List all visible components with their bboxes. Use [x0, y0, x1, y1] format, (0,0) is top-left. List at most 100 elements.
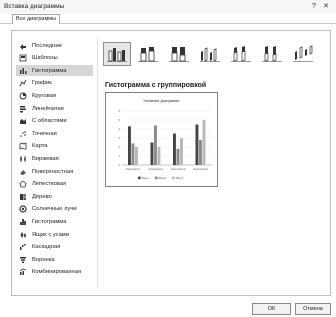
subtype-3d-stacked-column-icon [231, 46, 251, 62]
chart-type-item[interactable]: Карта [16, 141, 93, 152]
chart-type-list: Последние Шаблоны Гистограмма График Кругова… [16, 40, 94, 280]
subtype-title: Гистограмма с группировкой [105, 82, 207, 89]
radar-chart-icon [18, 180, 28, 189]
chart-type-item[interactable]: Дерево [16, 191, 93, 202]
line-chart-icon [18, 79, 28, 88]
chart-type-label: Гистограмма [32, 218, 67, 225]
chart-type-label: Поверхностная [32, 168, 74, 175]
chart-type-item[interactable]: Солнечные лучи [16, 204, 93, 215]
chart-type-item[interactable]: Круговая [16, 90, 93, 101]
recent-icon [18, 41, 28, 50]
preview-bar [150, 142, 154, 165]
chart-type-label: Последние [32, 42, 62, 49]
tab-bar: Все диаграммы [0, 13, 336, 24]
cancel-button[interactable]: Отмена [295, 303, 331, 315]
combo-chart-icon [18, 268, 28, 277]
tab-all-charts[interactable]: Все диаграммы [12, 14, 60, 24]
chart-type-label: Гистограмма [32, 67, 67, 74]
preview-bar [202, 120, 206, 165]
subtype-3d-column[interactable] [289, 42, 317, 66]
preview-ytick: 4 [119, 127, 121, 131]
preview-bar [157, 147, 161, 165]
subtype-3d-percent-stacked-column[interactable] [258, 42, 286, 66]
chart-type-label: Лепестковая [32, 181, 67, 188]
chart-preview[interactable]: Название диаграммы 6 5 4 3 2 1 0 Категория 1 Кате… [105, 92, 218, 187]
preview-category-label: Категория 2 [149, 167, 164, 171]
preview-legend-label: Ряд 2 [159, 176, 167, 180]
preview-bar [195, 124, 199, 165]
preview-legend-swatch [172, 176, 175, 180]
preview-ytick: 6 [119, 109, 121, 113]
ok-button[interactable]: ОК [252, 303, 291, 315]
subtype-clustered-column-icon [107, 48, 127, 62]
preview-bar [154, 125, 157, 165]
chart-type-label: Точечная [32, 130, 57, 137]
chart-type-item[interactable]: Линейчатая [16, 103, 93, 114]
subtype-percent-stacked-column-icon [169, 47, 189, 62]
chart-type-item[interactable]: График [16, 78, 93, 89]
chart-type-label: Воронка [32, 256, 55, 263]
chart-type-label: Биржевая [32, 155, 59, 162]
subtype-stacked-column-icon [138, 47, 158, 62]
chart-type-label: Карта [32, 143, 48, 150]
chart-type-item[interactable]: Гистограмма [16, 65, 93, 77]
chart-type-label: Комбинированная [32, 269, 81, 276]
chart-type-label: С областями [32, 118, 67, 125]
chart-type-item[interactable]: Каскадная [16, 242, 93, 253]
preview-bar [199, 139, 202, 165]
insert-chart-dialog: Вставка диаграммы ? ✕ Все диаграммы Посл… [0, 0, 336, 317]
box-whisker-chart-icon [18, 230, 28, 239]
subtype-3d-stacked-column[interactable] [227, 42, 255, 66]
map-chart-icon [18, 142, 28, 151]
preview-bar [173, 133, 176, 165]
preview-bar [180, 138, 183, 165]
dialog-title: Вставка диаграммы [4, 3, 65, 10]
preview-category-label: Категория 1 [126, 167, 141, 171]
preview-ytick: 2 [119, 145, 121, 149]
stock-chart-icon [18, 154, 28, 163]
preview-ytick: 0 [119, 163, 121, 167]
preview-title: Название диаграммы [144, 99, 180, 103]
pie-chart-icon [18, 91, 28, 100]
chart-type-item[interactable]: Точечная [16, 128, 93, 139]
chart-type-item[interactable]: Лепестковая [16, 179, 93, 190]
preview-bar [131, 143, 135, 165]
subtype-stacked-column[interactable] [134, 42, 162, 66]
preview-legend-label: Ряд 3 [176, 176, 184, 180]
chart-type-item[interactable]: Гистограмма [16, 216, 93, 227]
chart-type-item[interactable]: Ящик с усами [16, 229, 93, 240]
preview-bar [135, 147, 138, 165]
preview-ytick: 1 [119, 154, 121, 158]
subtype-3d-clustered-column[interactable] [196, 42, 224, 66]
templates-icon [18, 54, 28, 63]
bar-chart-icon [18, 104, 28, 113]
subtype-3d-column-icon [293, 45, 313, 62]
subtype-percent-stacked-column[interactable] [165, 42, 193, 66]
chart-type-item[interactable]: Комбинированная [16, 267, 93, 278]
chart-type-item[interactable]: Шаблоны [16, 53, 93, 64]
preview-legend-swatch [138, 176, 141, 180]
chart-type-item[interactable]: Биржевая [16, 153, 93, 164]
chart-type-item[interactable]: Воронка [16, 254, 93, 265]
chart-type-label: Круговая [32, 92, 57, 99]
chart-type-item[interactable]: Поверхностная [16, 166, 93, 177]
chart-type-label: Ящик с усами [32, 231, 70, 238]
close-button[interactable]: ✕ [321, 3, 331, 11]
scatter-chart-icon [18, 129, 28, 138]
subtype-clustered-column[interactable] [103, 42, 131, 66]
sunburst-chart-icon [18, 205, 28, 214]
preview-legend-swatch [155, 176, 158, 180]
chart-type-label: Каскадная [32, 244, 61, 251]
subtype-3d-percent-stacked-column-icon [262, 46, 282, 62]
divider [97, 38, 98, 288]
histogram-chart-icon [18, 217, 28, 226]
preview-ytick: 3 [119, 136, 121, 140]
funnel-chart-icon [18, 255, 28, 264]
chart-type-item[interactable]: Последние [16, 40, 93, 51]
preview-category-label: Категория 4 [194, 167, 209, 171]
chart-type-label: Шаблоны [32, 55, 58, 62]
preview-bar [128, 126, 131, 165]
column-chart-icon [18, 66, 28, 75]
help-button[interactable]: ? [309, 3, 319, 11]
chart-type-item[interactable]: С областями [16, 116, 93, 127]
